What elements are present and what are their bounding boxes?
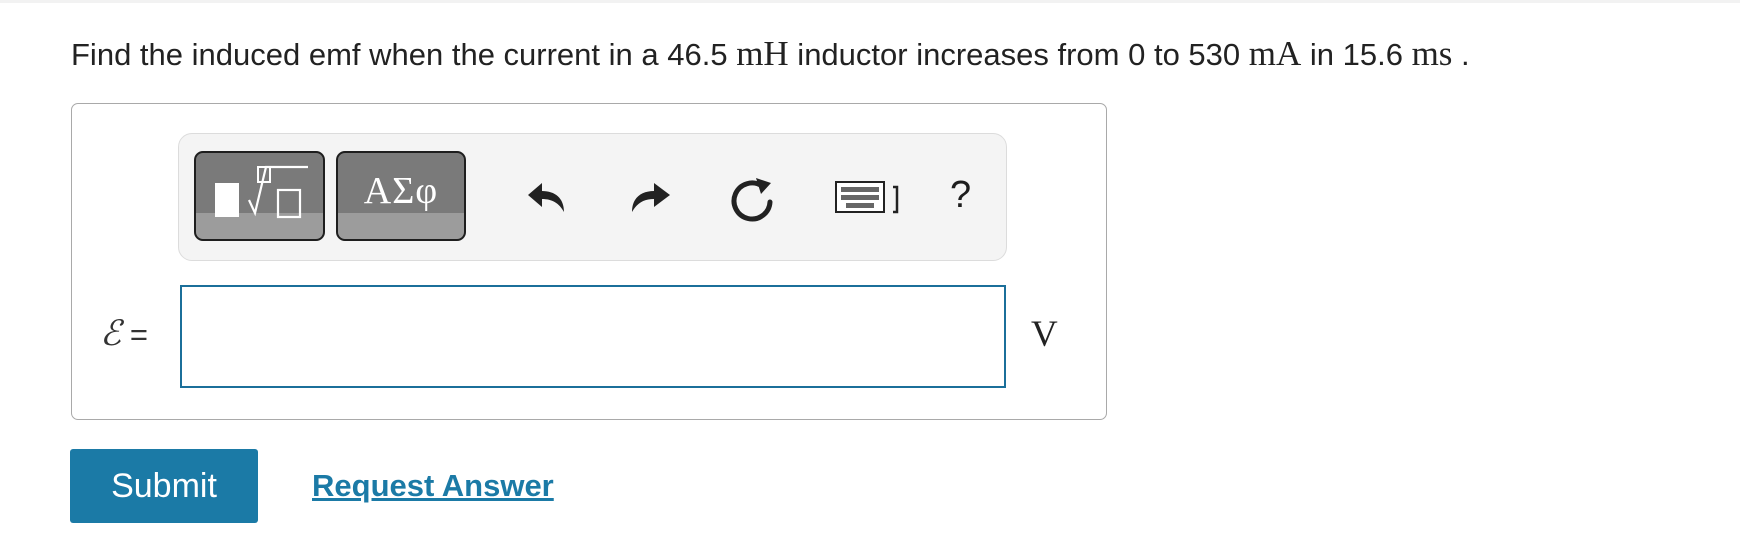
reset-button[interactable] bbox=[726, 172, 782, 224]
templates-icon bbox=[215, 165, 308, 219]
submit-button[interactable]: Submit bbox=[70, 449, 258, 523]
time-unit: ms bbox=[1411, 34, 1453, 73]
question-part-4: . bbox=[1452, 37, 1470, 72]
inductance-unit: mH bbox=[736, 34, 789, 73]
symbols-button[interactable]: ΑΣφ bbox=[336, 151, 466, 241]
keyboard-button[interactable] bbox=[834, 172, 904, 224]
question-part-2: inductor increases from 0 to 530 bbox=[788, 37, 1249, 72]
templates-button[interactable] bbox=[194, 151, 325, 241]
answer-unit: V bbox=[1031, 314, 1058, 355]
request-answer-link[interactable]: Request Answer bbox=[312, 466, 554, 506]
redo-button[interactable] bbox=[626, 172, 676, 224]
emf-label: ℰ = bbox=[100, 314, 148, 355]
equals-sign: = bbox=[121, 317, 148, 352]
question-part-3: in 15.6 bbox=[1301, 37, 1412, 72]
current-unit: mA bbox=[1248, 34, 1302, 73]
top-strip bbox=[0, 0, 1740, 3]
question-text: Find the induced emf when the current in… bbox=[71, 34, 1470, 75]
math-toolbar: ΑΣφ ? bbox=[178, 133, 1007, 261]
keyboard-icon bbox=[835, 181, 899, 214]
question-part-1: Find the induced emf when the current in… bbox=[71, 37, 737, 72]
emf-symbol: ℰ bbox=[100, 314, 122, 354]
undo-icon bbox=[528, 183, 564, 212]
undo-button[interactable] bbox=[524, 172, 574, 224]
answer-input[interactable] bbox=[180, 285, 1006, 388]
reset-icon bbox=[731, 178, 773, 222]
help-button[interactable]: ? bbox=[950, 175, 971, 215]
symbols-label: ΑΣφ bbox=[363, 170, 439, 212]
redo-icon bbox=[632, 183, 670, 212]
